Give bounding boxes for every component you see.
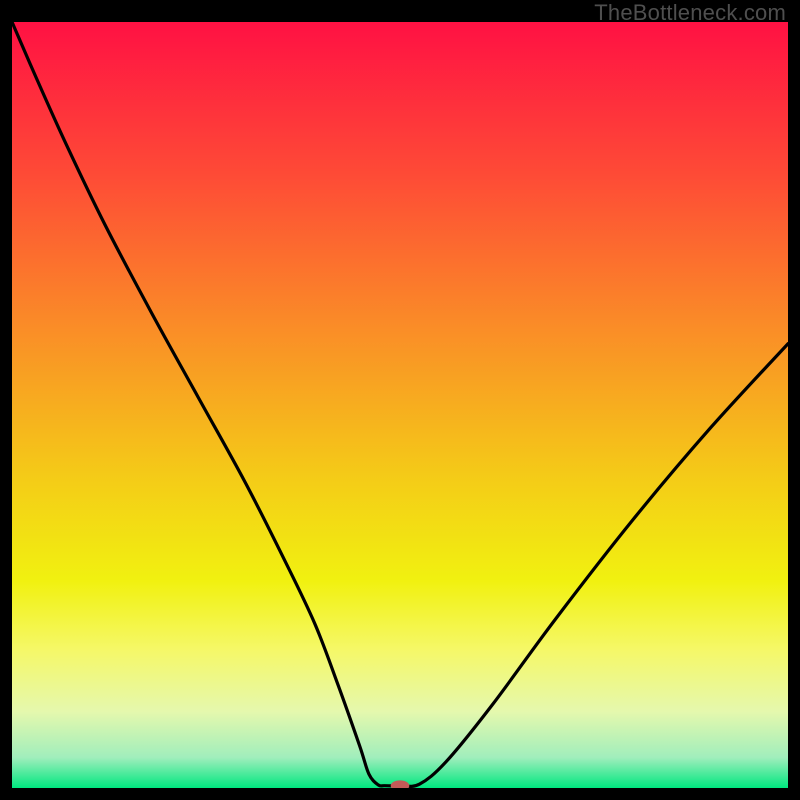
chart-background xyxy=(12,22,788,788)
bottleneck-chart xyxy=(12,22,788,788)
chart-frame xyxy=(12,22,788,788)
